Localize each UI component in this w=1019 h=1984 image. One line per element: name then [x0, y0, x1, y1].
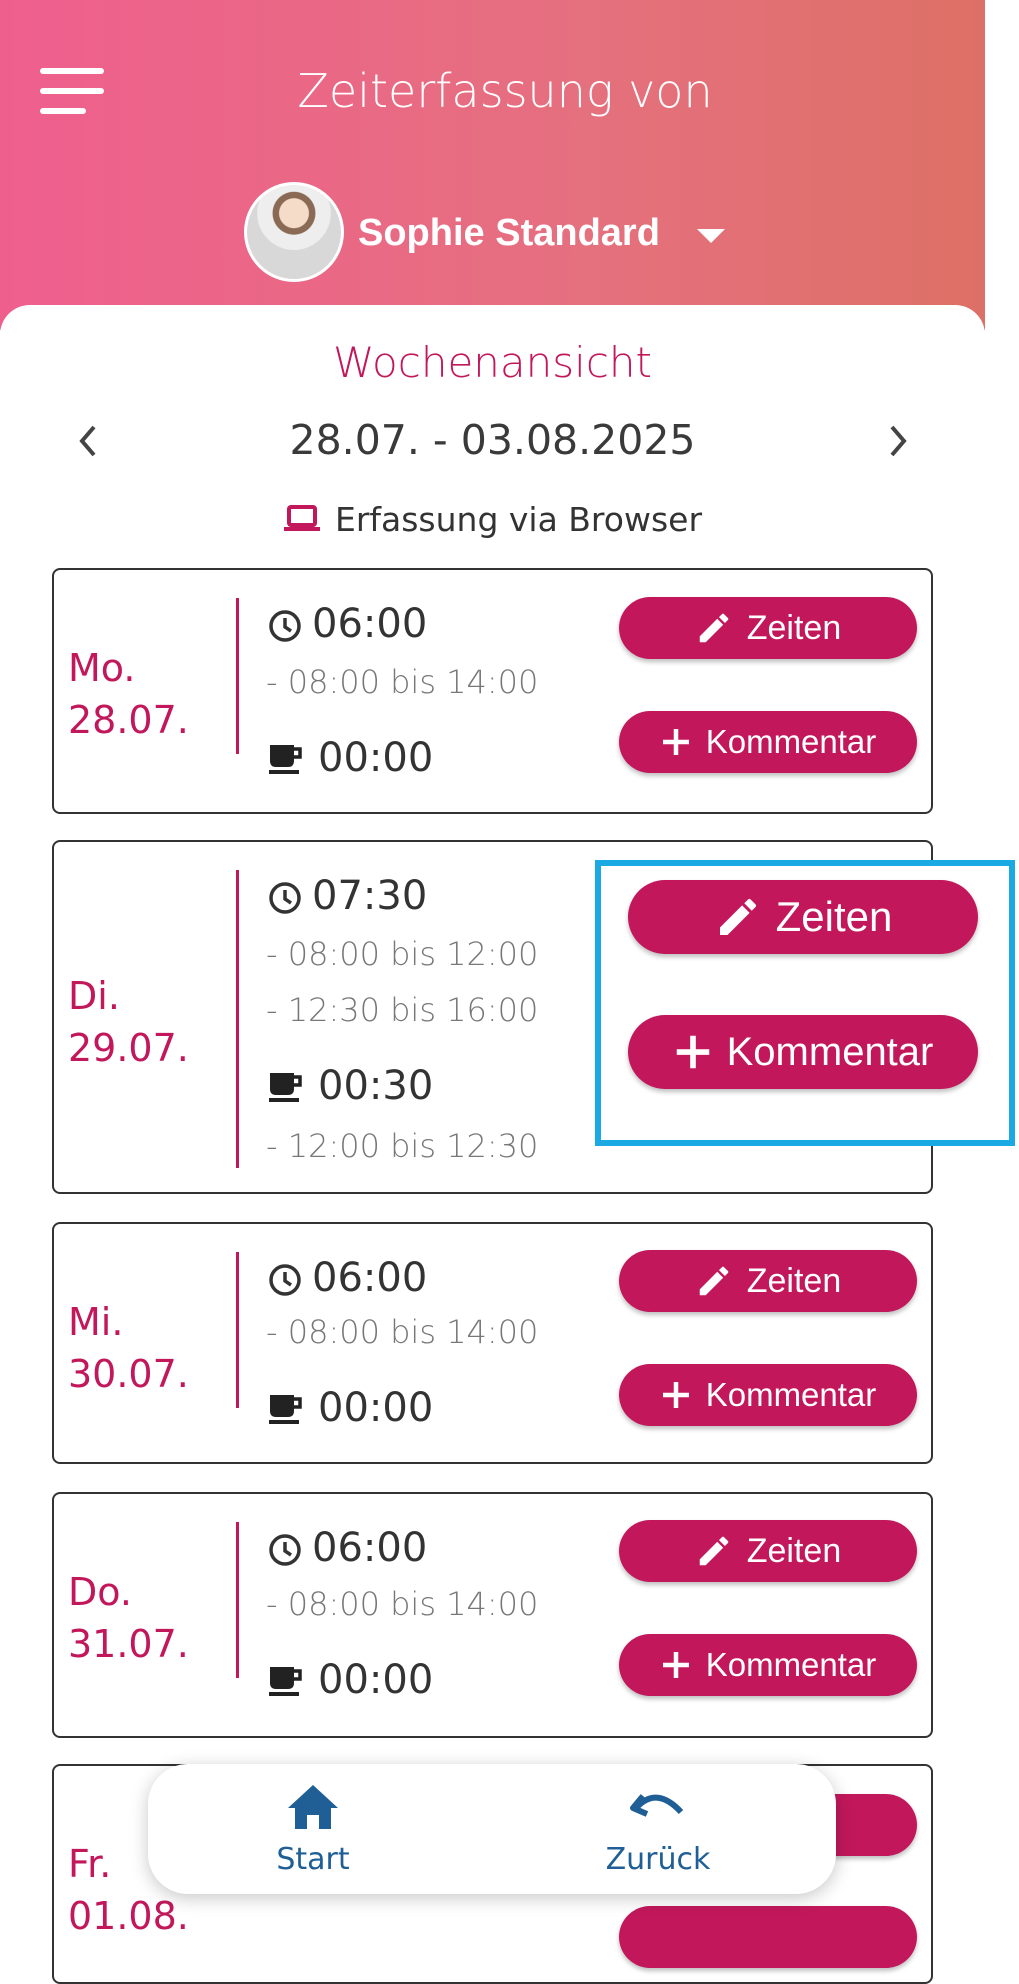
clock-icon [269, 882, 301, 914]
break-total-value: 00:00 [318, 735, 434, 781]
plus-icon [662, 1382, 689, 1408]
day-date: 30.07. [68, 1352, 189, 1396]
avatar[interactable] [244, 182, 344, 282]
day-weekday: Mi. [68, 1300, 124, 1344]
entry-source-label: Erfassung via Browser [334, 500, 703, 539]
add-comment-button[interactable]: Kommentar [619, 1364, 917, 1426]
caret-down-icon[interactable] [697, 229, 725, 243]
entry-source: Erfassung via Browser [0, 500, 985, 541]
week-range: 28.07. - 03.08.2025 [289, 416, 696, 464]
work-interval: - 08:00 bis 14:00 [266, 663, 539, 701]
pencil-icon [719, 898, 756, 935]
add-comment-label: Kommentar [726, 1029, 934, 1074]
break-total: 00:30 [268, 1062, 433, 1110]
work-total: 06:00 [268, 1524, 427, 1572]
work-total: 07:30 [268, 872, 427, 920]
work-interval: - 08:00 bis 14:00 [266, 1313, 539, 1351]
nav-back[interactable]: Zurück [588, 1782, 728, 1877]
nav-start-label: Start [276, 1842, 350, 1877]
edit-times-label: Zeiten [746, 1531, 842, 1570]
plus-icon [676, 1035, 709, 1069]
clock-icon [269, 1264, 301, 1296]
add-comment-button[interactable]: Kommentar [619, 1634, 917, 1696]
add-comment-button[interactable] [619, 1906, 917, 1968]
work-total-value: 06:00 [312, 1525, 428, 1571]
edit-times-label: Zeiten [746, 608, 842, 647]
work-interval: - 08:00 bis 12:00 [266, 935, 539, 973]
work-total: 06:00 [268, 1254, 427, 1302]
add-comment-button[interactable]: Kommentar [628, 1015, 978, 1089]
plus-icon [662, 729, 689, 755]
home-icon [288, 1785, 338, 1829]
day-date: 31.07. [68, 1622, 189, 1666]
edit-times-button[interactable]: Zeiten [628, 880, 978, 954]
work-total-value: 06:00 [312, 601, 428, 647]
add-comment-label: Kommentar [705, 1376, 877, 1413]
app-header [0, 0, 985, 330]
day-divider [236, 598, 239, 754]
add-comment-button[interactable]: Kommentar [619, 711, 917, 773]
break-total-value: 00:00 [318, 1385, 434, 1431]
nav-back-label: Zurück [605, 1842, 711, 1877]
edit-times-button[interactable]: Zeiten [619, 597, 917, 659]
coffee-icon [269, 745, 302, 774]
edit-times-button[interactable]: Zeiten [619, 1520, 917, 1582]
day-weekday: Fr. [68, 1842, 112, 1886]
day-divider [236, 870, 239, 1168]
user-selector[interactable]: Sophie Standard [358, 212, 660, 255]
coffee-icon [269, 1073, 302, 1102]
clock-icon [269, 1534, 301, 1566]
section-title: Wochenansicht [332, 338, 653, 387]
undo-icon [630, 1794, 684, 1817]
clock-icon [269, 610, 301, 642]
break-total-value: 00:30 [318, 1063, 434, 1109]
add-comment-label: Kommentar [705, 1646, 877, 1683]
coffee-icon [269, 1395, 302, 1424]
break-interval: - 12:00 bis 12:30 [266, 1127, 539, 1165]
day-date: 29.07. [68, 1026, 189, 1070]
break-total: 00:00 [268, 1656, 433, 1704]
plus-icon [662, 1652, 689, 1678]
edit-times-label: Zeiten [746, 1261, 842, 1300]
day-divider [236, 1252, 239, 1408]
chevron-right-icon[interactable] [886, 423, 910, 466]
break-total-value: 00:00 [318, 1657, 434, 1703]
work-interval: - 08:00 bis 14:00 [266, 1585, 539, 1623]
work-total-value: 06:00 [312, 1255, 428, 1301]
day-date: 28.07. [68, 698, 189, 742]
day-weekday: Di. [68, 974, 120, 1018]
work-total-value: 07:30 [312, 873, 428, 919]
pencil-icon [699, 613, 729, 643]
work-total: 06:00 [268, 600, 427, 648]
pencil-icon [699, 1266, 729, 1296]
add-comment-label: Kommentar [705, 723, 877, 760]
day-weekday: Do. [68, 1570, 132, 1614]
break-total: 00:00 [268, 734, 433, 782]
pencil-icon [699, 1536, 729, 1566]
bottom-nav: Start Zurück [148, 1764, 836, 1894]
day-date: 01.08. [68, 1894, 189, 1938]
coffee-icon [269, 1667, 302, 1696]
edit-times-button[interactable]: Zeiten [619, 1250, 917, 1312]
edit-times-label: Zeiten [775, 893, 893, 940]
break-total: 00:00 [268, 1384, 433, 1432]
page-title: Zeiterfassung von [297, 64, 713, 118]
day-divider [236, 1522, 239, 1678]
work-interval: - 12:30 bis 16:00 [266, 991, 539, 1029]
day-weekday: Mo. [68, 646, 136, 690]
nav-start[interactable]: Start [243, 1782, 383, 1877]
laptop-icon [283, 502, 321, 541]
